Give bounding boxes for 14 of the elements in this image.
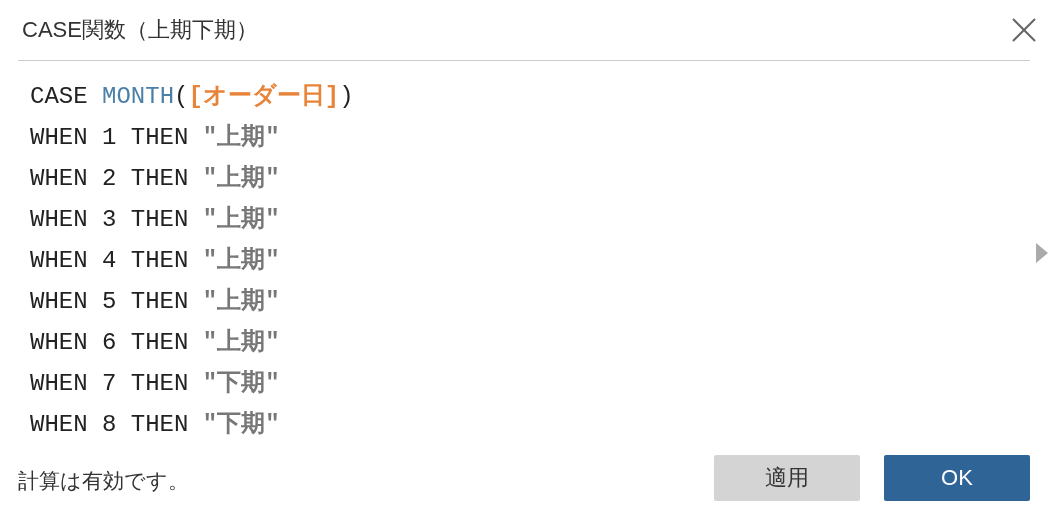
- code-line: WHEN 7 THEN "下期": [30, 369, 281, 400]
- code-line: WHEN 3 THEN "上期": [30, 204, 281, 236]
- code-line: WHEN 5 THEN "上期": [30, 286, 281, 318]
- code-line: CASE MONTH([オーダー日]): [30, 82, 354, 113]
- code-line: WHEN 2 THEN "上期": [30, 163, 281, 195]
- code-line: WHEN 8 THEN "下期": [30, 410, 281, 441]
- dialog-button[interactable]: OK: [884, 455, 1030, 502]
- close-icon[interactable]: [1012, 17, 1036, 42]
- code-line: WHEN 1 THEN "上期": [30, 122, 281, 154]
- code-line: WHEN 4 THEN "上期": [30, 245, 281, 277]
- dialog-button[interactable]: 適用: [714, 455, 860, 502]
- code-line: WHEN 6 THEN "上期": [30, 327, 281, 359]
- dialog-title: CASE関数（上期下期）: [21, 15, 258, 44]
- status-text: 計算は有効です。: [18, 468, 189, 495]
